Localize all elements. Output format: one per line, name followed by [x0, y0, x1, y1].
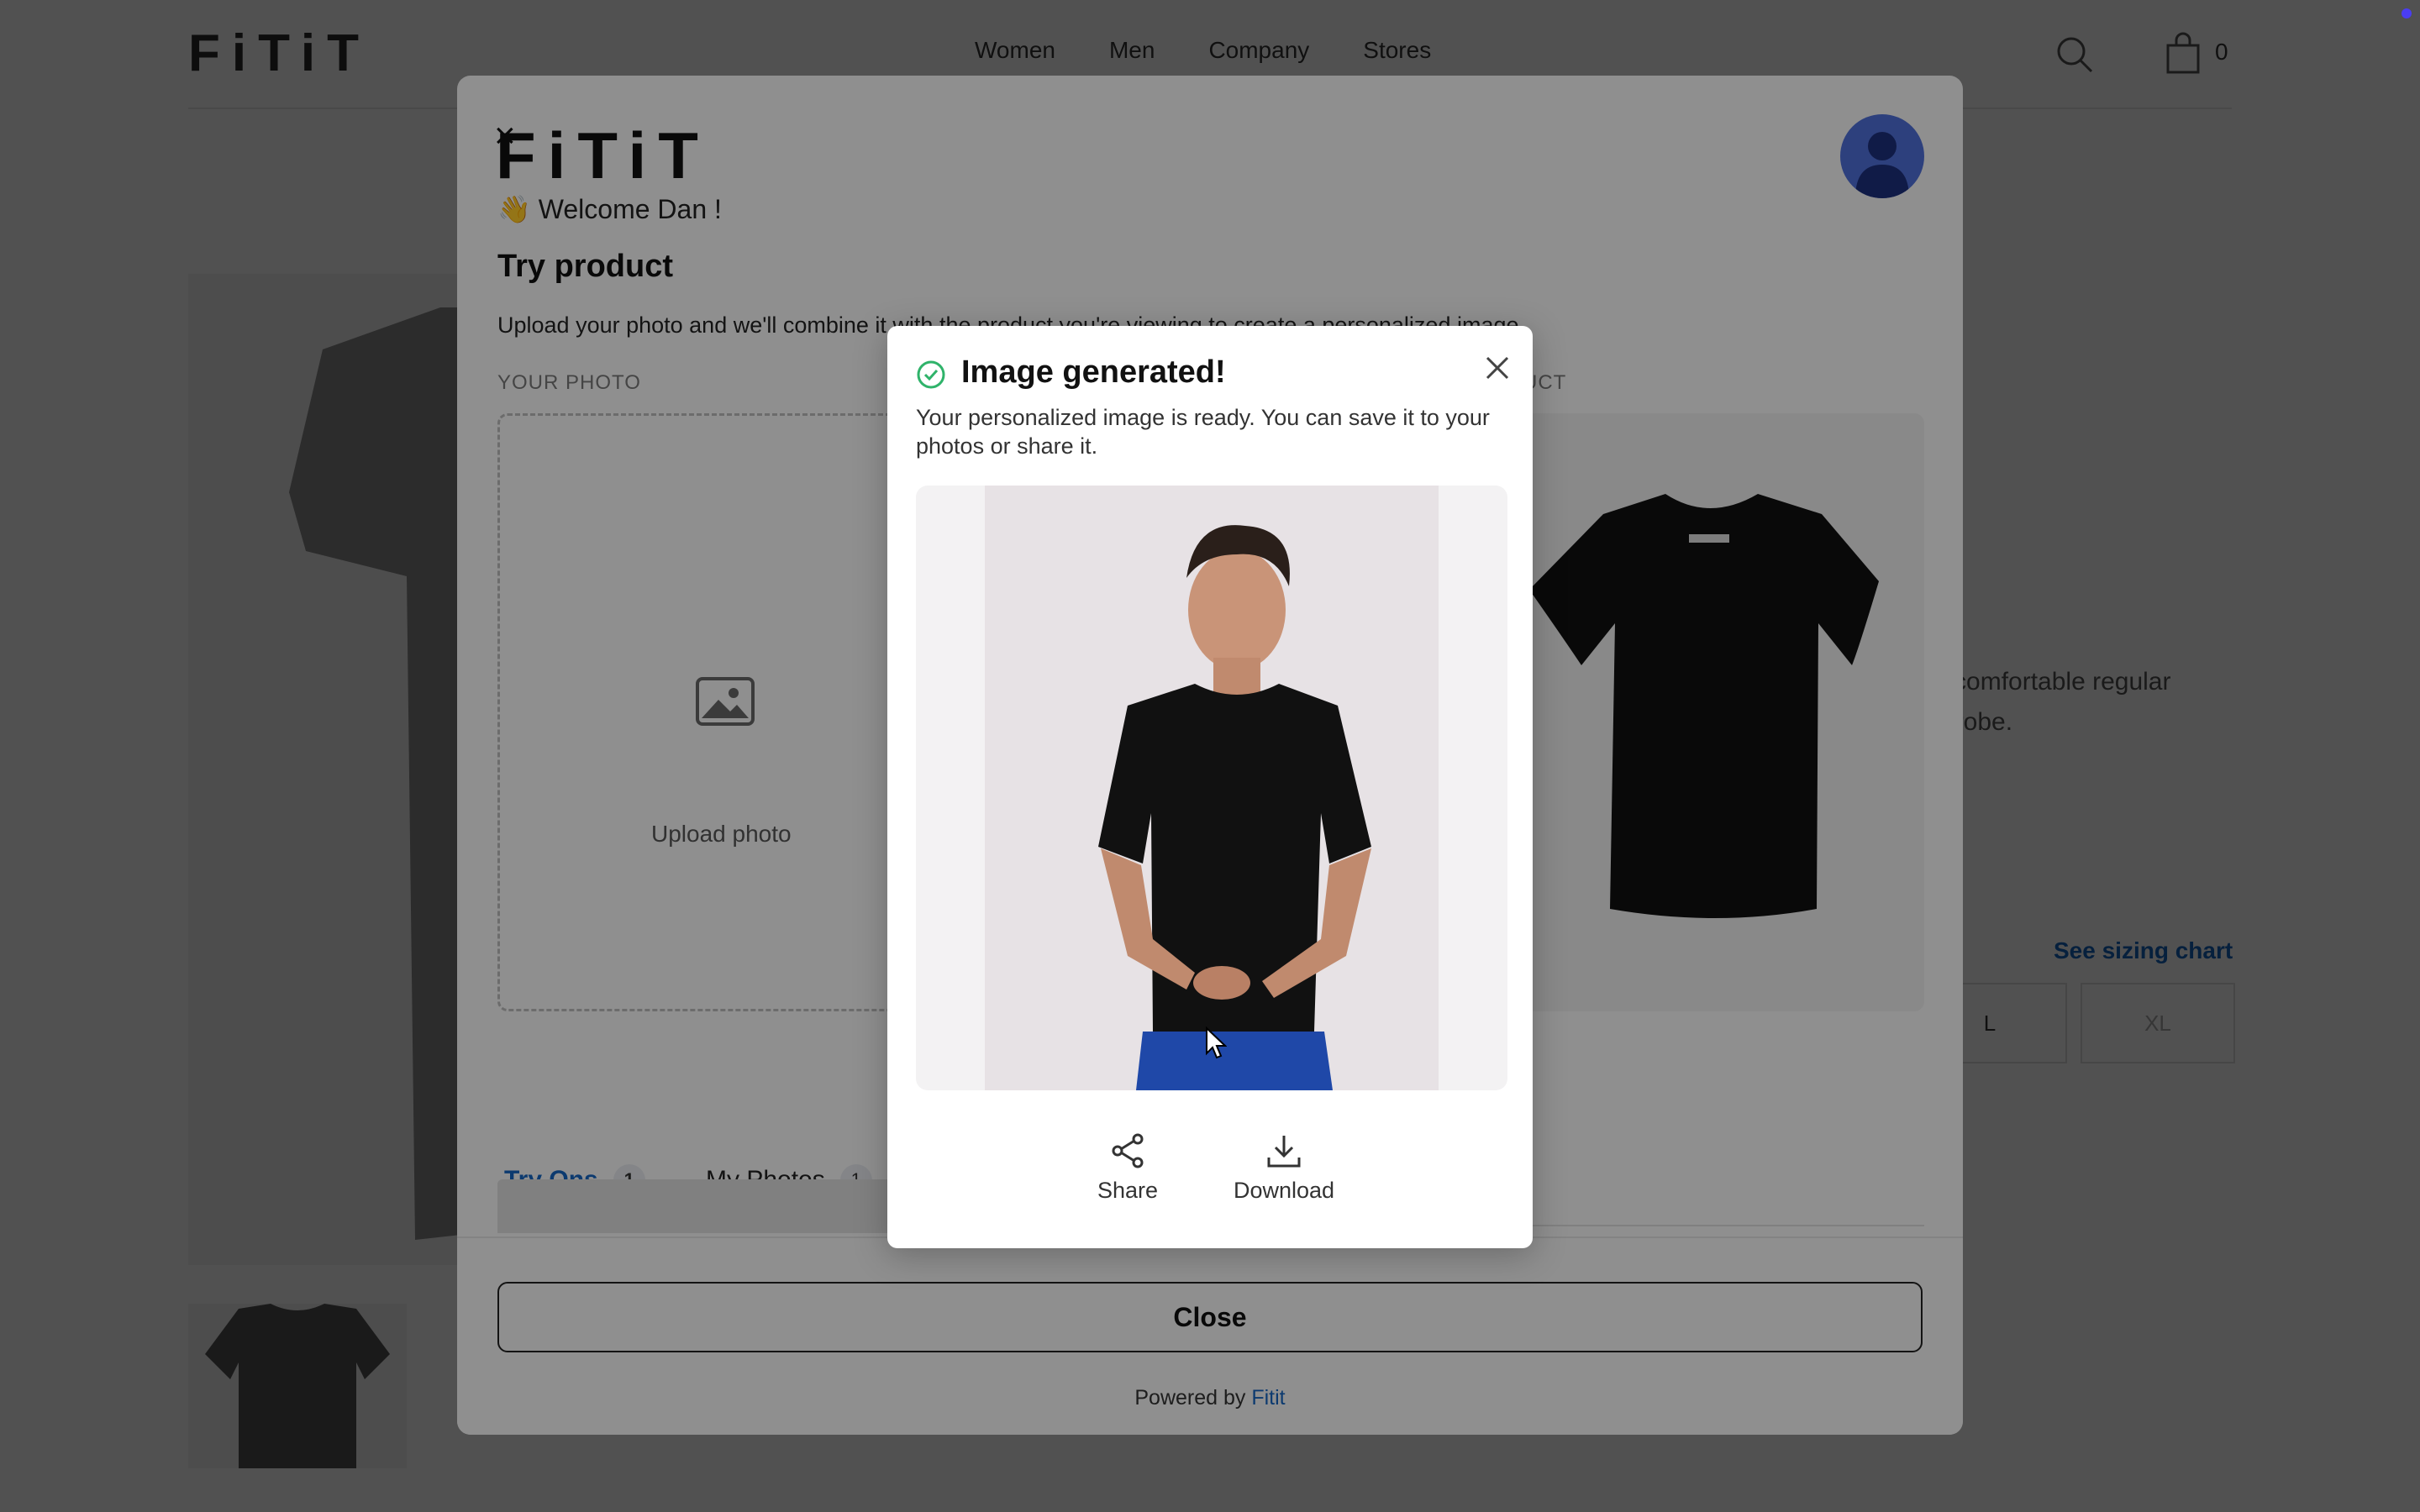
dialog-title: Image generated! [961, 354, 1226, 390]
dialog-message: Your personalized image is ready. You ca… [916, 405, 1490, 459]
dialog-close-icon[interactable] [1479, 349, 1516, 386]
share-label: Share [1097, 1178, 1159, 1203]
share-button[interactable]: Share [1097, 1132, 1158, 1204]
mouse-cursor-icon [1206, 1026, 1227, 1059]
generated-image[interactable] [985, 486, 1439, 1090]
person-in-tshirt-image [1098, 525, 1371, 1090]
download-icon [1267, 1136, 1301, 1168]
status-dot [2402, 8, 2412, 18]
check-circle-icon [917, 360, 945, 389]
generated-image-frame [916, 486, 1507, 1090]
share-icon [1112, 1133, 1144, 1168]
download-label: Download [1234, 1178, 1335, 1203]
image-generated-dialog: Image generated! Your personalized image… [887, 326, 1533, 1248]
download-button[interactable]: Download [1234, 1132, 1334, 1204]
